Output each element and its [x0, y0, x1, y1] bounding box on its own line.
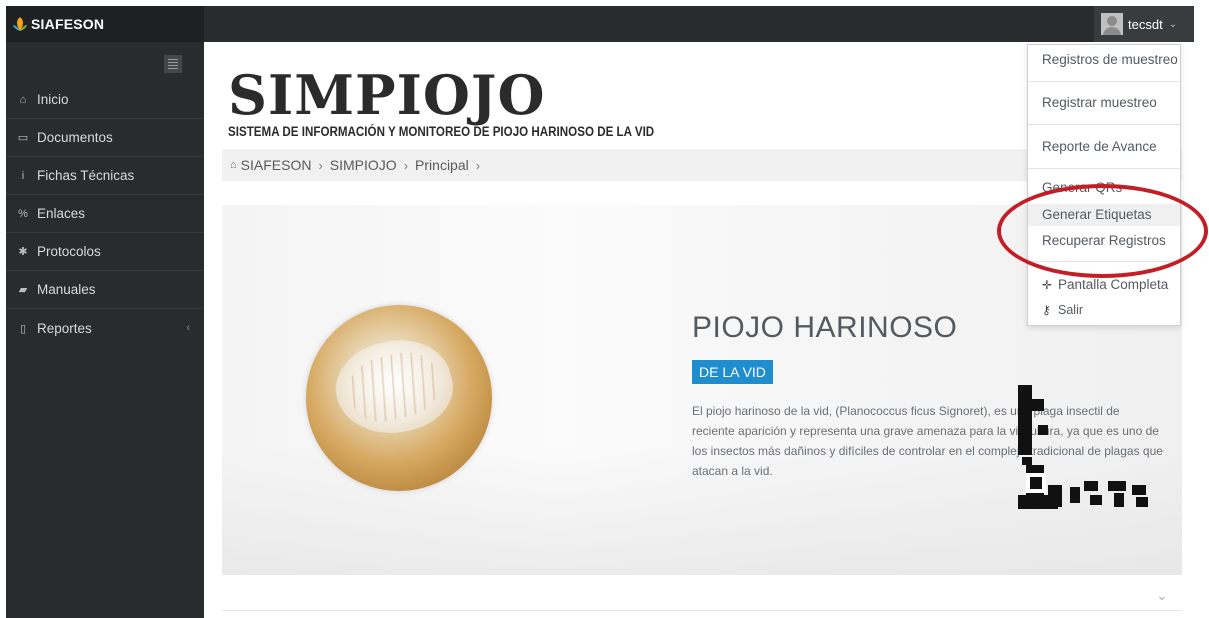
menu-item-generar-qrs[interactable]: Generar QRs	[1028, 180, 1180, 200]
sidebar-item-label: Reportes	[37, 320, 92, 336]
menu-divider	[1028, 261, 1180, 262]
sidebar-item-enlaces[interactable]: % Enlaces	[6, 195, 204, 233]
menu-item-reporte-de-avance[interactable]: Reporte de Avance	[1028, 139, 1180, 154]
link-icon: %	[18, 207, 28, 220]
user-menu-toggle[interactable]: tecsdt ⌄	[1094, 6, 1194, 42]
top-navbar: SIAFESON tecsdt ⌄	[6, 6, 1194, 42]
menu-item-recuperar-registros[interactable]: Recuperar Registros	[1028, 233, 1180, 248]
chevron-down-icon: ⌄	[1168, 18, 1178, 30]
menu-divider	[1028, 81, 1180, 82]
brand-name: SIAFESON	[31, 16, 105, 32]
sidebar-item-label: Enlaces	[37, 206, 86, 221]
gear-icon: ✱	[18, 246, 28, 258]
user-name: tecsdt	[1128, 16, 1163, 32]
menu-item-registrar-muestreo[interactable]: Registrar muestreo	[1028, 95, 1180, 110]
hamburger-icon[interactable]	[164, 55, 182, 73]
breadcrumb-separator: ›	[318, 157, 323, 173]
page-title: SIMPIOJO	[228, 63, 546, 127]
menu-item-pantalla-completa[interactable]: ✛ Pantalla Completa	[1028, 277, 1180, 292]
sidebar-item-fichas-tecnicas[interactable]: i Fichas Técnicas	[6, 157, 204, 195]
app-root: SIAFESON tecsdt ⌄ ⌂ Inicio ▭ Documentos …	[0, 0, 1209, 618]
menu-divider	[1028, 168, 1180, 169]
menu-item-label: Salir	[1058, 303, 1084, 317]
menu-item-generar-etiquetas[interactable]: Generar Etiquetas	[1028, 204, 1180, 226]
qr-code-icon	[1018, 385, 1148, 509]
file-icon: ▯	[19, 322, 27, 335]
folder-icon: ▭	[17, 132, 29, 144]
chevron-left-icon: ‹	[186, 322, 190, 334]
chevron-down-icon[interactable]: ⌄	[1156, 587, 1168, 604]
sidebar: ⌂ Inicio ▭ Documentos i Fichas Técnicas …	[6, 42, 204, 618]
book-icon: ▰	[18, 284, 28, 296]
user-avatar-icon	[1101, 13, 1123, 35]
user-dropdown-menu: Registros de muestreo Registrar muestreo…	[1027, 44, 1181, 326]
section-divider	[222, 610, 1182, 611]
key-icon: ⚷	[1042, 303, 1051, 317]
leaf-logo-icon	[13, 17, 27, 31]
sidebar-item-label: Inicio	[37, 92, 69, 107]
mealybug-photo	[306, 305, 492, 491]
hero-badge: DE LA VID	[692, 360, 773, 384]
sidebar-item-reportes[interactable]: ▯ Reportes ‹	[6, 309, 204, 347]
brand[interactable]: SIAFESON	[6, 6, 204, 42]
sidebar-item-protocolos[interactable]: ✱ Protocolos	[6, 233, 204, 271]
home-icon: ⌂	[19, 93, 27, 106]
breadcrumb-separator: ›	[403, 157, 409, 173]
page-subtitle: SISTEMA DE INFORMACIÓN Y MONITOREO DE PI…	[228, 124, 655, 139]
breadcrumb-item[interactable]: SIMPIOJO	[330, 157, 397, 173]
sidebar-item-label: Manuales	[37, 282, 96, 297]
breadcrumb-separator: ›	[475, 157, 481, 173]
menu-divider	[1028, 124, 1180, 125]
sidebar-item-label: Fichas Técnicas	[37, 168, 135, 183]
info-icon: i	[21, 169, 25, 182]
breadcrumb-item[interactable]: SIAFESON	[241, 157, 312, 173]
sidebar-item-manuales[interactable]: ▰ Manuales	[6, 271, 204, 309]
sidebar-item-inicio[interactable]: ⌂ Inicio	[6, 81, 204, 119]
menu-item-salir[interactable]: ⚷ Salir	[1028, 303, 1180, 317]
sidebar-menu: ⌂ Inicio ▭ Documentos i Fichas Técnicas …	[6, 81, 204, 347]
sidebar-item-label: Protocolos	[37, 244, 101, 259]
breadcrumb-item[interactable]: Principal	[415, 157, 469, 173]
hero-title: PIOJO HARINOSO	[692, 311, 958, 344]
move-icon: ✛	[1042, 278, 1053, 292]
sidebar-item-documentos[interactable]: ▭ Documentos	[6, 119, 204, 157]
menu-item-label: Pantalla Completa	[1058, 277, 1169, 292]
menu-item-registros-de-muestreo[interactable]: Registros de muestreo	[1028, 52, 1180, 67]
home-icon: ⌂	[230, 159, 237, 171]
sidebar-item-label: Documentos	[37, 130, 113, 145]
